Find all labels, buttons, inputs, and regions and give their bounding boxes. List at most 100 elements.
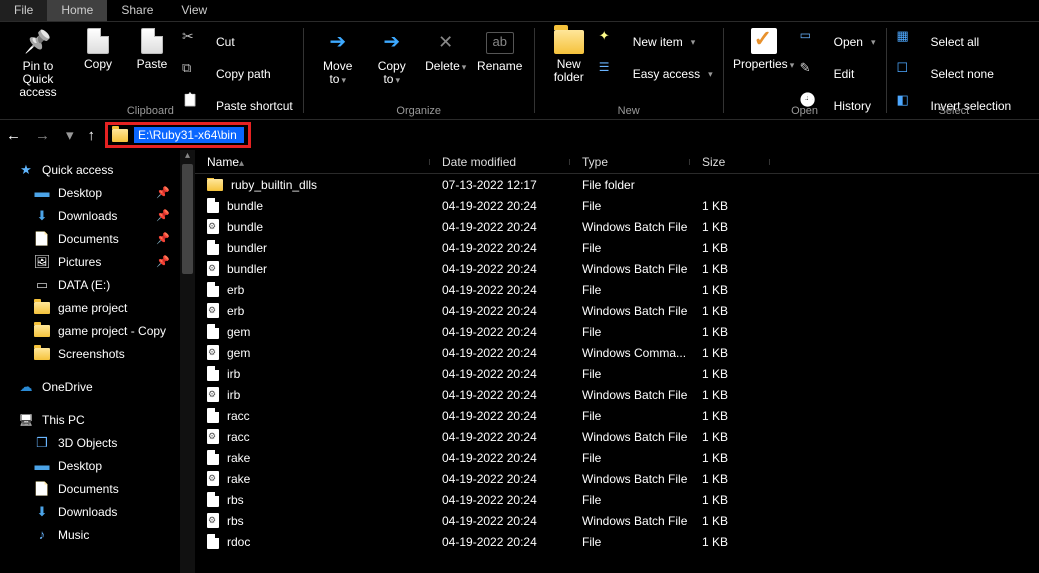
file-row[interactable]: rbs04-19-2022 20:24File1 KB bbox=[195, 489, 1039, 510]
nav-this-pc[interactable]: This PC bbox=[14, 408, 180, 431]
nav-quick-access[interactable]: Quick access bbox=[14, 158, 180, 181]
edit-button[interactable]: Edit bbox=[800, 60, 876, 88]
col-name[interactable]: Name▴ bbox=[195, 155, 430, 169]
file-row[interactable]: erb04-19-2022 20:24File1 KB bbox=[195, 279, 1039, 300]
file-date: 04-19-2022 20:24 bbox=[430, 346, 570, 360]
nav-data-drive[interactable]: DATA (E:) bbox=[14, 273, 180, 296]
file-row[interactable]: bundle04-19-2022 20:24File1 KB bbox=[195, 195, 1039, 216]
copy-path-label: Copy path bbox=[216, 67, 271, 81]
nav-game-project-copy[interactable]: game project - Copy bbox=[14, 319, 180, 342]
file-row[interactable]: racc04-19-2022 20:24Windows Batch File1 … bbox=[195, 426, 1039, 447]
nav-screenshots[interactable]: Screenshots bbox=[14, 342, 180, 365]
file-date: 04-19-2022 20:24 bbox=[430, 325, 570, 339]
group-select-label: Select bbox=[895, 103, 1014, 117]
tab-home[interactable]: Home bbox=[47, 0, 107, 21]
file-row[interactable]: rake04-19-2022 20:24File1 KB bbox=[195, 447, 1039, 468]
nav-pc-downloads[interactable]: Downloads bbox=[14, 500, 180, 523]
file-icon bbox=[207, 534, 219, 549]
nav-3d-objects[interactable]: 3D Objects bbox=[14, 431, 180, 454]
select-none-icon bbox=[897, 60, 925, 88]
folder-icon bbox=[112, 129, 128, 142]
delete-button[interactable]: Delete▾ bbox=[420, 26, 472, 100]
properties-button[interactable]: Properties▾ bbox=[732, 26, 796, 100]
nav-up-button[interactable]: ↑ bbox=[88, 127, 96, 144]
group-clipboard-label: Clipboard bbox=[6, 103, 295, 117]
copy-button[interactable]: Copy bbox=[72, 26, 124, 100]
delete-icon bbox=[432, 28, 460, 56]
file-date: 04-19-2022 20:24 bbox=[430, 199, 570, 213]
file-row[interactable]: bundle04-19-2022 20:24Windows Batch File… bbox=[195, 216, 1039, 237]
file-row[interactable]: erb04-19-2022 20:24Windows Batch File1 K… bbox=[195, 300, 1039, 321]
col-type[interactable]: Type bbox=[570, 155, 690, 169]
nav-back-button[interactable]: ← bbox=[6, 127, 21, 144]
file-row[interactable]: bundler04-19-2022 20:24File1 KB bbox=[195, 237, 1039, 258]
file-row[interactable]: gem04-19-2022 20:24Windows Comma...1 KB bbox=[195, 342, 1039, 363]
col-size[interactable]: Size bbox=[690, 155, 770, 169]
nav-desktop[interactable]: Desktop📌 bbox=[14, 181, 180, 204]
cut-button[interactable]: Cut bbox=[182, 28, 293, 56]
nav-pictures[interactable]: Pictures📌 bbox=[14, 250, 180, 273]
file-size: 1 KB bbox=[690, 514, 770, 528]
rename-button[interactable]: Rename bbox=[474, 26, 526, 100]
nav-forward-button[interactable]: → bbox=[35, 127, 50, 144]
move-to-button[interactable]: Move to▾ bbox=[312, 26, 364, 100]
tab-view[interactable]: View bbox=[167, 0, 221, 21]
address-bar[interactable]: E:\Ruby31-x64\bin bbox=[105, 122, 251, 148]
select-all-button[interactable]: Select all bbox=[897, 28, 1012, 56]
new-folder-button[interactable]: New folder bbox=[543, 26, 595, 100]
file-name: ruby_builtin_dlls bbox=[231, 178, 317, 192]
music-icon bbox=[34, 527, 50, 543]
file-row[interactable]: bundler04-19-2022 20:24Windows Batch Fil… bbox=[195, 258, 1039, 279]
select-none-button[interactable]: Select none bbox=[897, 60, 1012, 88]
nav-pc-desktop[interactable]: Desktop bbox=[14, 454, 180, 477]
nav-recent-button[interactable]: ▾ bbox=[66, 126, 74, 144]
pin-to-quick-access-button[interactable]: Pin to Quick access bbox=[6, 26, 70, 100]
tab-file[interactable]: File bbox=[0, 0, 47, 21]
file-row[interactable]: irb04-19-2022 20:24File1 KB bbox=[195, 363, 1039, 384]
copy-path-button[interactable]: Copy path bbox=[182, 60, 293, 88]
delete-label: Delete▾ bbox=[425, 60, 466, 74]
file-icon bbox=[207, 282, 219, 297]
nav-documents[interactable]: Documents📌 bbox=[14, 227, 180, 250]
easy-access-button[interactable]: Easy access▾ bbox=[599, 60, 713, 88]
file-row[interactable]: rdoc04-19-2022 20:24File1 KB bbox=[195, 531, 1039, 552]
file-date: 04-19-2022 20:24 bbox=[430, 367, 570, 381]
ribbon: Pin to Quick access Copy Paste Cut Copy … bbox=[0, 22, 1039, 120]
paste-button[interactable]: Paste bbox=[126, 26, 178, 100]
file-date: 04-19-2022 20:24 bbox=[430, 451, 570, 465]
file-name: racc bbox=[227, 430, 250, 444]
properties-label: Properties▾ bbox=[733, 58, 794, 72]
pictures-icon bbox=[34, 254, 50, 270]
file-icon bbox=[207, 240, 219, 255]
nav-game-project[interactable]: game project bbox=[14, 296, 180, 319]
nav-pc-documents[interactable]: Documents bbox=[14, 477, 180, 500]
nav-pc-music[interactable]: Music bbox=[14, 523, 180, 546]
nav-onedrive[interactable]: OneDrive bbox=[14, 375, 180, 398]
pin-icon: 📌 bbox=[156, 209, 170, 222]
file-row[interactable]: racc04-19-2022 20:24File1 KB bbox=[195, 405, 1039, 426]
file-icon bbox=[207, 366, 219, 381]
file-type: File bbox=[570, 325, 690, 339]
file-icon bbox=[207, 198, 219, 213]
pin-icon: 📌 bbox=[156, 232, 170, 245]
tab-share[interactable]: Share bbox=[107, 0, 167, 21]
file-row[interactable]: ruby_builtin_dlls07-13-2022 12:17File fo… bbox=[195, 174, 1039, 195]
open-button[interactable]: Open▾ bbox=[800, 28, 876, 56]
group-organize-label: Organize bbox=[312, 103, 526, 117]
file-date: 04-19-2022 20:24 bbox=[430, 241, 570, 255]
address-input[interactable]: E:\Ruby31-x64\bin bbox=[134, 127, 244, 143]
col-date[interactable]: Date modified bbox=[430, 155, 570, 169]
file-row[interactable]: irb04-19-2022 20:24Windows Batch File1 K… bbox=[195, 384, 1039, 405]
file-row[interactable]: rbs04-19-2022 20:24Windows Batch File1 K… bbox=[195, 510, 1039, 531]
nav-scrollbar[interactable] bbox=[180, 150, 195, 573]
new-item-button[interactable]: New item▾ bbox=[599, 28, 713, 56]
navigation-pane: Quick access Desktop📌 Downloads📌 Documen… bbox=[0, 150, 195, 573]
copy-label: Copy bbox=[84, 58, 112, 71]
file-row[interactable]: gem04-19-2022 20:24File1 KB bbox=[195, 321, 1039, 342]
copy-to-button[interactable]: Copy to▾ bbox=[366, 26, 418, 100]
new-folder-label: New folder bbox=[554, 58, 584, 84]
scrollbar-thumb[interactable] bbox=[182, 164, 193, 274]
nav-downloads[interactable]: Downloads📌 bbox=[14, 204, 180, 227]
file-type: File bbox=[570, 199, 690, 213]
file-row[interactable]: rake04-19-2022 20:24Windows Batch File1 … bbox=[195, 468, 1039, 489]
